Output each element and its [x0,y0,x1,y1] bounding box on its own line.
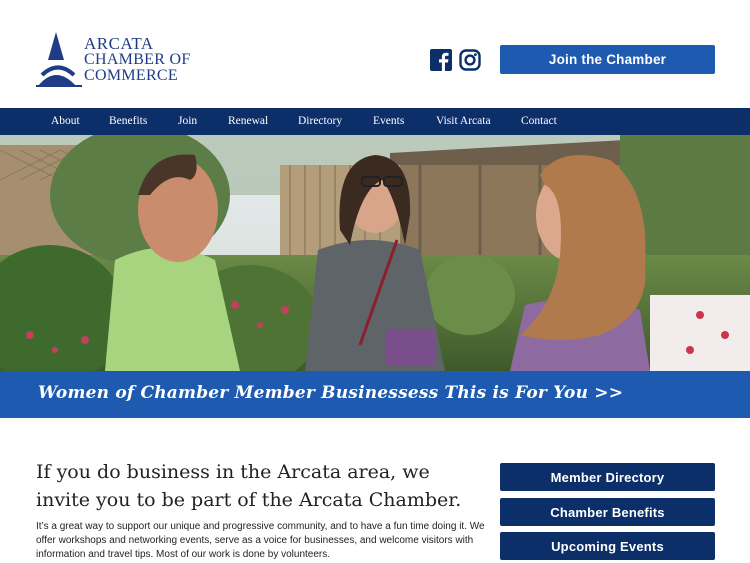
intro-body: It’s a great way to support our unique a… [36,521,485,560]
nav-item-about[interactable]: About [51,115,80,127]
logo-line-1: ARCATA [84,34,154,53]
nav-item-contact[interactable]: Contact [521,115,557,127]
logo-wordmark: ARCATA CHAMBER OF COMMERCE [84,34,191,84]
hero-photo [0,135,750,371]
logo-line-3: COMMERCE [84,67,178,84]
nav-item-renewal[interactable]: Renewal [228,115,268,127]
site-header: ARCATA CHAMBER OF COMMERCE Join the Cham… [0,0,750,108]
nav-item-events[interactable]: Events [373,115,404,127]
instagram-icon[interactable] [459,49,481,71]
chamber-logo[interactable]: ARCATA CHAMBER OF COMMERCE [36,30,206,88]
promo-banner-text[interactable]: Women of Chamber Member Businessess This… [38,383,623,403]
main-nav: About Benefits Join Renewal Directory Ev… [0,108,750,135]
intro-headline: If you do business in the Arcata area, w… [36,461,462,511]
logo-line-2: CHAMBER OF [84,51,191,68]
join-chamber-button[interactable]: Join the Chamber [500,45,715,74]
upcoming-events-button[interactable]: Upcoming Events [500,532,715,560]
member-directory-button[interactable]: Member Directory [500,463,715,491]
logo-emblem-icon [36,32,82,87]
facebook-icon[interactable] [430,49,452,71]
hero-image [0,135,750,371]
nav-item-join[interactable]: Join [178,115,197,127]
nav-item-benefits[interactable]: Benefits [109,115,147,127]
nav-item-directory[interactable]: Directory [298,115,342,127]
nav-item-visit-arcata[interactable]: Visit Arcata [436,115,491,127]
chamber-benefits-button[interactable]: Chamber Benefits [500,498,715,526]
promo-banner[interactable]: Women of Chamber Member Businessess This… [0,371,750,418]
